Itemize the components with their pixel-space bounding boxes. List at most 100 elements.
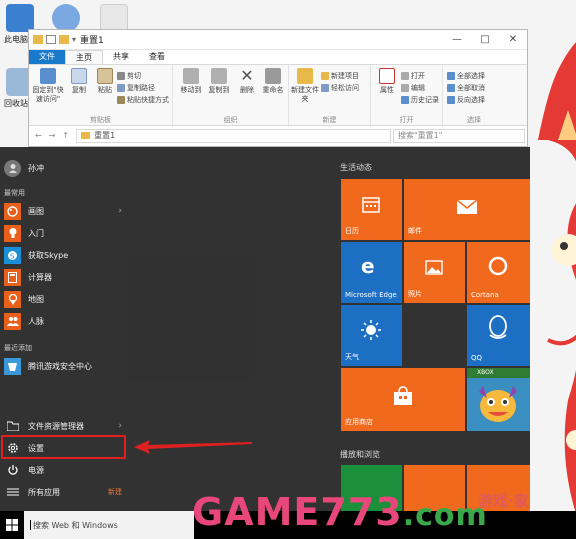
tile-mail[interactable]: 邮件 [404,179,530,240]
file-explorer-item[interactable]: 文件资源管理器 › [4,416,128,436]
paste-shortcut-button[interactable]: 粘贴快捷方式 [117,95,169,105]
user-name: 孙冲 [28,163,44,173]
copy-button[interactable]: 复制 [65,68,93,95]
maximize-button[interactable]: □ [471,34,499,45]
up-arrow-icon[interactable]: ↑ [62,131,69,140]
tile-store[interactable]: 应用商店 [341,368,465,431]
select-group: 全部选择 全部取消 反向选择 选择 [443,65,505,127]
tile-qq[interactable]: QQ [467,305,530,366]
new-folder-button[interactable]: 新建文件夹 [291,68,319,104]
back-arrow-icon[interactable]: ← [35,131,42,140]
cortana-icon [488,256,508,276]
tile-calendar[interactable]: 日历 [341,179,402,240]
checkbox-icon[interactable] [46,35,56,44]
section-label: 播放和浏览 [340,450,380,459]
open-icon [401,72,409,80]
app-get-skype[interactable]: S 获取Skype [4,245,128,265]
copy-to-button[interactable]: 复制到 [205,68,233,95]
section-label: 最近添加 [4,344,32,352]
clipboard-group: 固定到"快速访问" 复制 粘贴 剪切 复制路径 粘贴快捷方式 剪贴板 [29,65,173,127]
address-bar-row: ← → ↑ 重置1 搜索"重置1" [29,126,527,145]
people-icon [4,312,21,330]
app-tencent-game-security[interactable]: 腾讯游戏安全中心 [4,356,128,376]
group-label: 打开 [399,116,414,124]
close-button[interactable]: ✕ [499,34,527,45]
new-badge: 新建 [108,488,122,496]
tile-photos[interactable]: 照片 [404,242,465,303]
move-to-button[interactable]: 移动到 [177,68,205,95]
tab-home[interactable]: 主页 [65,50,103,64]
properties-icon [379,68,395,84]
organize-group: 移动到 复制到 ✕ 删除 重命名 组织 [173,65,289,127]
forward-arrow-icon[interactable]: → [49,131,56,140]
delete-button[interactable]: ✕ 删除 [233,68,261,95]
chevron-right-icon[interactable]: › [118,206,122,216]
cartoon-decoration [538,42,576,140]
document-icon[interactable] [100,4,128,32]
photos-icon [425,260,443,275]
network-icon[interactable] [52,4,80,32]
calculator-icon [4,268,21,286]
section-label: 生活动态 [340,163,372,172]
new-folder-icon [297,68,313,84]
window-title: 重置1 [80,36,104,46]
folder-icon[interactable] [59,35,69,44]
search-input[interactable]: 搜索"重置1" [393,128,525,143]
start-button[interactable] [0,511,24,539]
group-label: 选择 [467,116,481,124]
shortcut-icon [117,96,125,104]
group-label: 组织 [223,116,238,124]
section-label: 最常用 [4,189,25,197]
arrow-annotation [134,440,252,454]
select-all-icon [447,72,455,80]
app-maps[interactable]: 地图 [4,289,128,309]
desktop-icon-label: 回收站 [4,99,28,108]
select-none-button[interactable]: 全部取消 [447,83,485,93]
chevron-right-icon[interactable]: › [118,421,122,431]
new-item-button[interactable]: 新建项目 [321,71,359,81]
paste-button[interactable]: 粘贴 [91,68,119,95]
taskbar-search-input[interactable]: 搜索 Web 和 Windows [24,511,194,539]
pin-quick-access-button[interactable]: 固定到"快速访问" [31,68,65,104]
user-account[interactable]: 孙冲 [4,158,128,178]
history-button[interactable]: 历史记录 [401,95,439,105]
app-people[interactable]: 人脉 [4,311,128,331]
tile-cortana[interactable]: Cortana [467,242,530,303]
avatar [4,159,21,177]
tile-weather[interactable]: 天气 [341,305,402,366]
qq-icon [489,315,507,339]
open-button[interactable]: 打开 [401,71,425,81]
app-get-started[interactable]: 入门 [4,223,128,243]
minimize-button[interactable]: — [443,34,471,45]
copy-path-button[interactable]: 复制路径 [117,83,155,93]
tile-edge[interactable]: e Microsoft Edge [341,242,402,303]
quick-access-dropdown[interactable]: ▾ [72,35,76,44]
address-box[interactable]: 重置1 [76,128,391,143]
title-bar[interactable]: ▾ 重置1 — □ ✕ [29,30,527,50]
invert-selection-button[interactable]: 反向选择 [447,95,485,105]
easy-access-button[interactable]: 轻松访问 [321,83,359,93]
new-item-icon [321,72,329,80]
tab-share[interactable]: 共享 [103,50,139,64]
power-item[interactable]: 电源 [4,460,128,480]
select-all-button[interactable]: 全部选择 [447,71,485,81]
edit-button[interactable]: 编辑 [401,83,425,93]
easy-access-icon [321,84,329,92]
weather-icon [361,320,381,340]
tab-file[interactable]: 文件 [29,50,65,64]
this-pc-icon[interactable] [6,4,34,32]
app-paint[interactable]: 画图 › [4,201,128,221]
pin-icon [40,68,56,84]
app-calculator[interactable]: 计算器 [4,267,128,287]
file-explorer-window[interactable]: ▾ 重置1 — □ ✕ 文件 主页 共享 查看 固定到"快速访问" 复制 粘贴 [28,29,528,147]
ribbon-tabs: 文件 主页 共享 查看 [29,50,527,64]
delete-icon: ✕ [240,66,254,85]
tile-game[interactable]: XBOX [467,368,530,431]
mail-icon [456,199,478,214]
all-apps-item[interactable]: 所有应用 新建 [4,482,128,502]
properties-button[interactable]: 属性 [373,68,401,95]
breadcrumb: 重置1 [94,131,116,140]
cut-button[interactable]: 剪切 [117,71,141,81]
tab-view[interactable]: 查看 [139,50,175,64]
rename-button[interactable]: 重命名 [259,68,287,95]
